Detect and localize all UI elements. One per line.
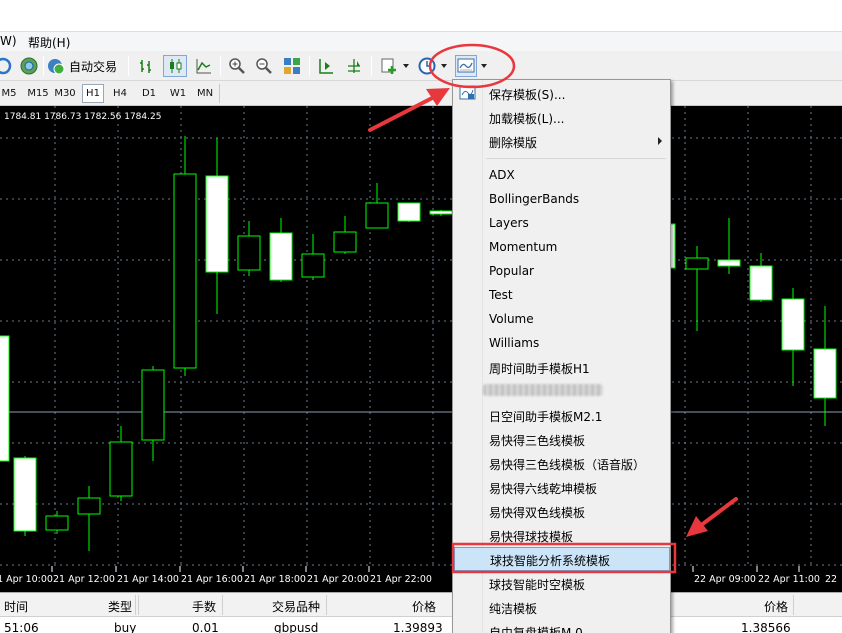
annotation-highlight-box <box>451 542 677 574</box>
arrow-to-highlighted-item <box>686 497 738 537</box>
mt4-window: W) 帮助(H) 自动交易 M5 M15 M30 H1 H4 D1 W1 MN … <box>0 0 842 633</box>
annotation-circle <box>428 43 516 89</box>
arrow-to-template-button <box>368 88 450 132</box>
annotation-overlay <box>368 43 738 574</box>
